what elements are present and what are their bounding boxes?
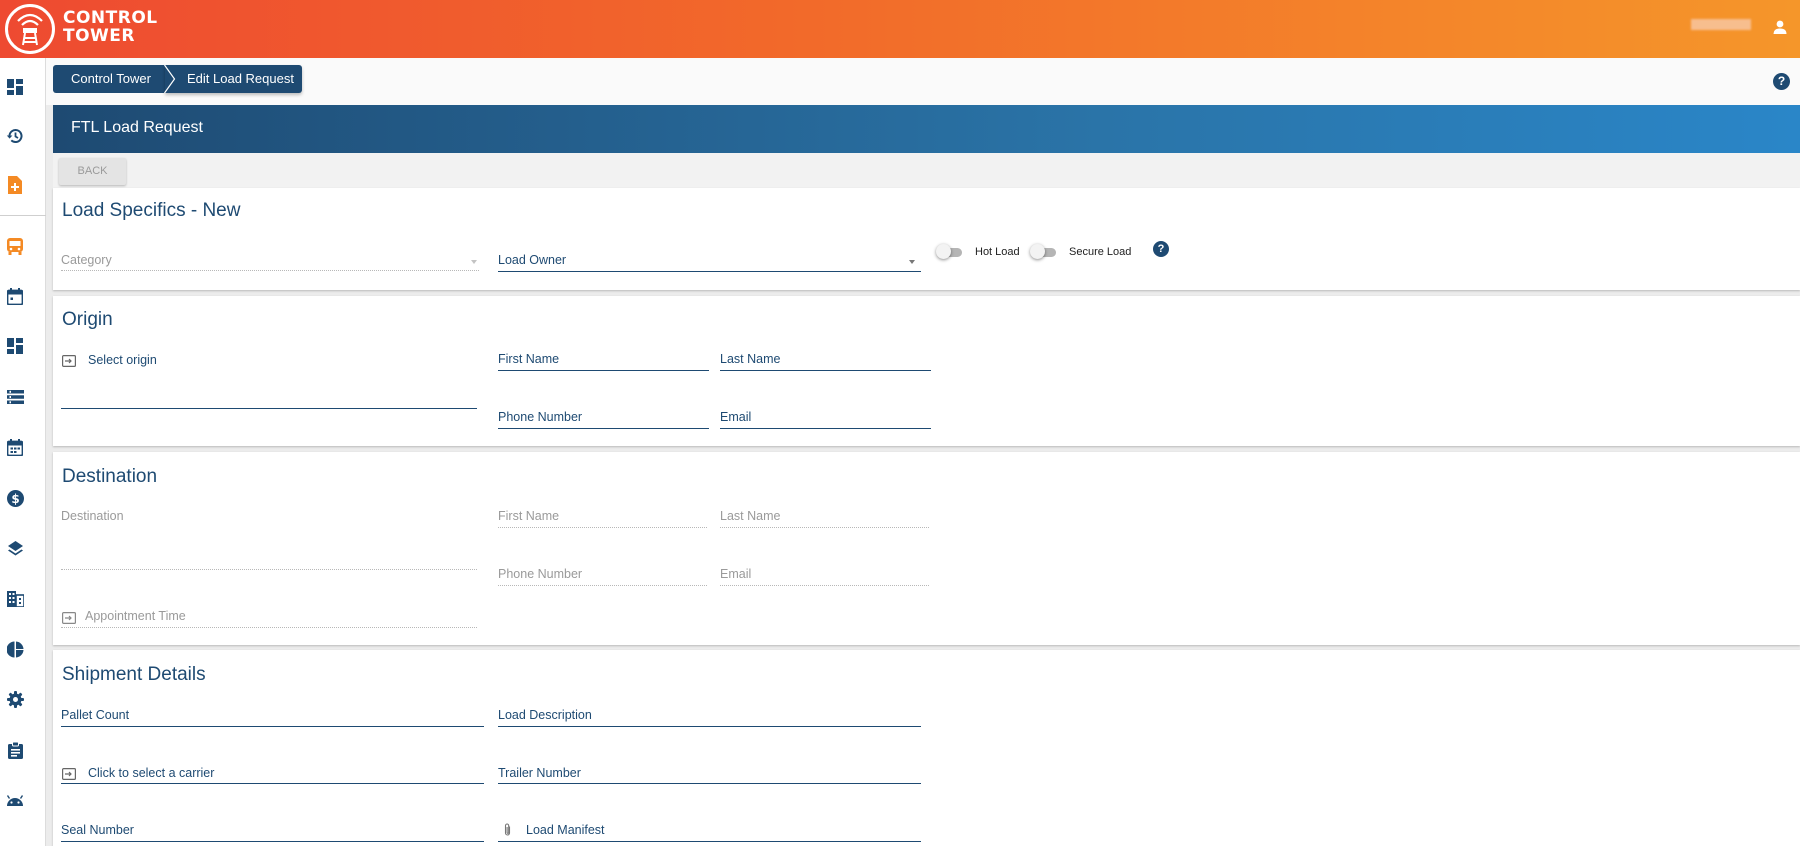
help-icon[interactable]: ?	[1773, 73, 1790, 90]
layers-icon[interactable]	[4, 537, 26, 559]
shipment-details-panel	[53, 650, 1800, 846]
pie-chart-icon[interactable]	[4, 638, 26, 660]
appointment-time-field[interactable]	[61, 627, 477, 628]
shipment-details-title: Shipment Details	[62, 664, 206, 685]
destination-phone-field[interactable]	[498, 585, 707, 586]
seal-number-field[interactable]	[61, 841, 484, 842]
clipboard-icon[interactable]	[4, 739, 26, 761]
secure-load-label: Secure Load	[1069, 246, 1132, 258]
load-specifics-panel	[53, 188, 1800, 290]
category-select-label: Category	[61, 253, 112, 267]
logo-line-1: CONTROL	[63, 8, 158, 28]
dashboard-icon[interactable]	[4, 76, 26, 98]
load-help-icon[interactable]: ?	[1153, 241, 1169, 257]
destination-panel	[53, 452, 1800, 645]
calendar-icon[interactable]	[4, 285, 26, 307]
destination-last-name-label: Last Name	[720, 509, 781, 523]
pallet-count-label: Pallet Count	[61, 708, 130, 722]
origin-last-name-label: Last Name	[720, 352, 781, 366]
origin-first-name-label: First Name	[498, 352, 560, 366]
attachment-icon[interactable]	[503, 823, 512, 842]
dashboard-grid-icon[interactable]	[4, 335, 26, 357]
load-description-label: Load Description	[498, 708, 592, 722]
origin-input[interactable]	[61, 408, 477, 409]
destination-input[interactable]	[61, 569, 477, 570]
sidebar-divider	[0, 215, 46, 216]
load-specifics-title: Load Specifics - New	[62, 200, 241, 221]
load-description-field[interactable]	[498, 726, 921, 727]
building-icon[interactable]	[4, 588, 26, 610]
add-document-icon[interactable]	[4, 174, 26, 196]
load-owner-select[interactable]	[498, 271, 921, 272]
origin-first-name-field[interactable]	[498, 370, 709, 371]
secure-load-toggle[interactable]	[1030, 244, 1056, 259]
back-toolbar	[53, 153, 1800, 188]
breadcrumb-control-tower[interactable]: Control Tower	[53, 65, 175, 93]
logo-line-2: TOWER	[63, 26, 136, 46]
destination-email-label: Email	[720, 567, 752, 581]
settings-icon[interactable]	[4, 688, 26, 710]
load-manifest-field[interactable]	[498, 841, 921, 842]
top-app-bar: CONTROL TOWER	[0, 0, 1800, 58]
android-icon[interactable]	[4, 790, 26, 812]
breadcrumb-edit-load-request[interactable]: Edit Load Request	[165, 65, 302, 93]
load-manifest-label[interactable]: Load Manifest	[526, 823, 605, 837]
form-title: FTL Load Request	[71, 119, 203, 136]
select-origin-icon[interactable]	[62, 354, 77, 372]
trailer-number-label: Trailer Number	[498, 766, 581, 780]
back-button[interactable]: BACK	[59, 158, 126, 185]
seal-number-label: Seal Number	[61, 823, 134, 837]
category-select[interactable]	[61, 270, 479, 271]
carrier-field[interactable]	[61, 783, 484, 784]
load-owner-dropdown-icon[interactable]	[909, 260, 915, 264]
destination-email-field[interactable]	[720, 585, 929, 586]
select-origin-label[interactable]: Select origin	[88, 353, 157, 367]
destination-last-name-field[interactable]	[720, 527, 929, 528]
account-icon[interactable]	[1772, 19, 1788, 40]
bus-icon[interactable]	[4, 235, 26, 257]
list-icon[interactable]	[4, 386, 26, 408]
category-dropdown-icon[interactable]	[471, 260, 477, 264]
pallet-count-field[interactable]	[61, 726, 484, 727]
destination-label: Destination	[61, 509, 124, 523]
trailer-number-field[interactable]	[498, 783, 921, 784]
user-name-redacted[interactable]	[1691, 19, 1751, 30]
history-icon[interactable]	[4, 125, 26, 147]
hot-load-label: Hot Load	[975, 246, 1020, 258]
dollar-icon[interactable]: $	[4, 487, 26, 509]
destination-phone-label: Phone Number	[498, 567, 583, 581]
control-tower-logo[interactable]	[5, 4, 55, 54]
breadcrumb-separator	[164, 64, 176, 94]
load-owner-select-label: Load Owner	[498, 253, 567, 267]
destination-first-name-field[interactable]	[498, 527, 707, 528]
logo-wordmark: CONTROL TOWER	[63, 9, 158, 45]
destination-title: Destination	[62, 466, 158, 487]
origin-email-label: Email	[720, 410, 752, 424]
origin-phone-label: Phone Number	[498, 410, 583, 424]
svg-text:$: $	[11, 492, 19, 506]
hot-load-toggle[interactable]	[936, 244, 962, 259]
form-header	[53, 105, 1800, 153]
origin-title: Origin	[62, 309, 113, 330]
destination-first-name-label: First Name	[498, 509, 560, 523]
origin-phone-field[interactable]	[498, 428, 709, 429]
appointment-time-label: Appointment Time	[85, 609, 186, 623]
origin-panel	[53, 296, 1800, 446]
origin-last-name-field[interactable]	[720, 370, 931, 371]
calendar-schedule-icon[interactable]	[4, 436, 26, 458]
sidebar: $	[0, 58, 46, 846]
origin-email-field[interactable]	[720, 428, 931, 429]
select-carrier-label[interactable]: Click to select a carrier	[88, 766, 214, 780]
breadcrumb-bar	[46, 58, 1800, 105]
